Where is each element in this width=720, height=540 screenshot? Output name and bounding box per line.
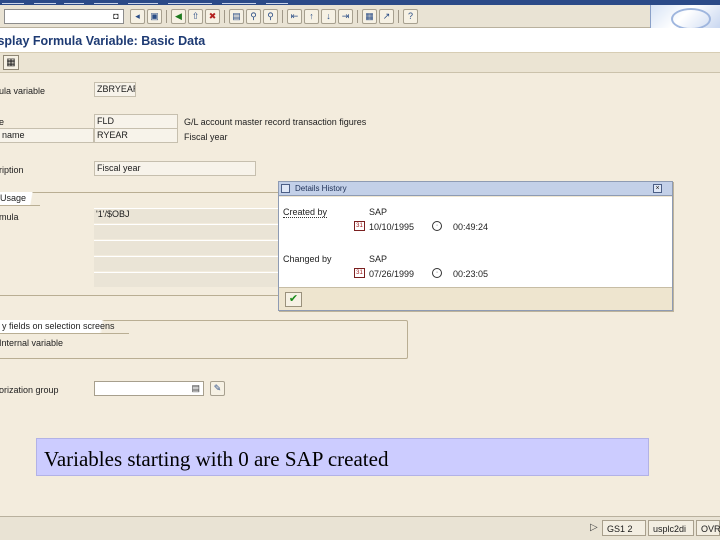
system-toolbar: ◘ ◂ ▣ ◀ ⇧ ✖ ▤ ⚲ ⚲ ⇤ ↑ ↓ ⇥ ▦ ↗ ? — [0, 5, 720, 33]
status-mode: OVR — [696, 520, 720, 536]
save-icon[interactable]: ▣ — [147, 9, 162, 24]
menu-item[interactable] — [168, 0, 212, 4]
description-field[interactable]: Fiscal year — [94, 161, 256, 176]
confirm-icon[interactable]: ✔ — [285, 292, 302, 307]
usage-group-title: Usage — [0, 192, 41, 206]
caption-box: Variables starting with 0 are SAP create… — [36, 438, 649, 476]
menu-item[interactable] — [222, 0, 256, 4]
changed-time: 00:23:05 — [453, 269, 489, 279]
menu-item[interactable] — [128, 0, 158, 4]
find-next-icon[interactable]: ⚲ — [263, 9, 278, 24]
toolbar-divider — [398, 10, 399, 23]
value-help-icon[interactable]: ▤ — [191, 382, 200, 395]
caption-text: Variables starting with 0 are SAP create… — [44, 447, 389, 471]
dialog-title: Details History — [295, 184, 347, 193]
name-label: name — [2, 130, 25, 140]
status-arrow-icon[interactable]: ▷ — [590, 522, 598, 533]
variable-label: ula variable — [0, 86, 46, 96]
formula-row[interactable]: '1'/$OBJ — [94, 208, 278, 223]
variable-field[interactable]: ZBRYEAR — [94, 82, 136, 97]
page-title: isplay Formula Variable: Basic Data — [0, 34, 206, 48]
menu-item[interactable] — [94, 0, 118, 4]
dialog-body: Created by SAP 31 10/10/1995 · 00:49:24 … — [279, 197, 672, 287]
formula-row[interactable] — [94, 240, 278, 255]
created-time: 00:49:24 — [453, 222, 489, 232]
formula-row[interactable] — [94, 256, 278, 271]
clock-icon: · — [432, 221, 442, 231]
changed-by-value: SAP — [369, 254, 388, 264]
status-server: usplc2di — [648, 520, 694, 536]
other-variable-icon[interactable]: ▦ — [3, 55, 19, 70]
name-label-box: name — [0, 128, 94, 143]
menu-item[interactable] — [2, 0, 24, 4]
title-bar: isplay Formula Variable: Basic Data — [0, 28, 720, 53]
created-date: 10/10/1995 — [369, 222, 415, 232]
menu-item[interactable] — [266, 0, 288, 4]
clock-icon: · — [432, 268, 442, 278]
close-icon[interactable]: × — [653, 184, 662, 193]
expand-icon[interactable]: ◂ — [130, 9, 145, 24]
command-input[interactable] — [5, 10, 109, 23]
created-by-label: Created by — [283, 207, 328, 218]
last-page-icon[interactable]: ⇥ — [338, 9, 353, 24]
authorization-label: orization group — [0, 385, 59, 395]
dialog-title-bar: Details History × — [279, 182, 672, 196]
details-history-dialog: Details History × Created by SAP 31 10/1… — [278, 181, 673, 311]
changed-date: 07/26/1999 — [369, 269, 415, 279]
find-icon[interactable]: ⚲ — [246, 9, 261, 24]
shortcut-icon[interactable]: ↗ — [379, 9, 394, 24]
toolbar-divider — [357, 10, 358, 23]
type-description: G/L account master record transaction fi… — [184, 117, 367, 127]
type-field[interactable]: FLD — [94, 114, 178, 129]
menu-item[interactable] — [34, 0, 56, 4]
previous-page-icon[interactable]: ↑ — [304, 9, 319, 24]
toolbar-divider — [166, 10, 167, 23]
status-bar: ▷ GS1 2 usplc2di OVR — [0, 516, 720, 540]
exit-icon[interactable]: ⇧ — [188, 9, 203, 24]
name-field[interactable]: RYEAR — [94, 128, 178, 143]
help-icon[interactable]: ? — [403, 9, 418, 24]
status-system: GS1 2 — [602, 520, 646, 536]
cancel-icon[interactable]: ✖ — [205, 9, 220, 24]
create-session-icon[interactable]: ▦ — [362, 9, 377, 24]
menu-item[interactable] — [64, 0, 84, 4]
formula-value: '1'/$OBJ — [96, 209, 130, 219]
formula-row[interactable] — [94, 224, 278, 239]
toolbar-divider — [224, 10, 225, 23]
calendar-icon: 31 — [354, 268, 365, 278]
authorization-field[interactable]: ▤ — [94, 381, 204, 396]
selection-group-title: y fields on selection screens — [0, 320, 129, 334]
calendar-icon: 31 — [354, 221, 365, 231]
pencil-icon[interactable]: ✎ — [210, 381, 225, 396]
changed-by-label: Changed by — [283, 254, 332, 264]
dialog-footer: ✔ — [279, 287, 672, 310]
description-label: ription — [0, 165, 24, 175]
name-description: Fiscal year — [184, 132, 228, 142]
toolbar-divider — [282, 10, 283, 23]
first-page-icon[interactable]: ⇤ — [287, 9, 302, 24]
print-icon[interactable]: ▤ — [229, 9, 244, 24]
next-page-icon[interactable]: ↓ — [321, 9, 336, 24]
enter-icon[interactable]: ◘ — [110, 10, 122, 23]
window-icon — [281, 184, 290, 193]
application-toolbar: ▦ — [0, 53, 720, 73]
command-field[interactable]: ◘ — [4, 9, 124, 24]
selection-text: Internal variable — [0, 338, 64, 348]
back-icon[interactable]: ◀ — [171, 9, 186, 24]
type-label: e — [0, 117, 5, 127]
created-by-value: SAP — [369, 207, 388, 217]
formula-label: mula — [0, 212, 19, 222]
formula-row[interactable] — [94, 272, 278, 287]
